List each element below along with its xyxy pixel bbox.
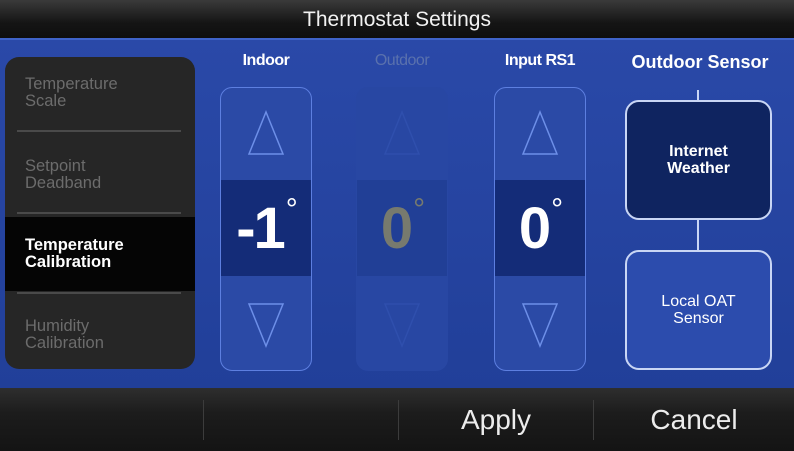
input-rs1-calibration-spinner: 0 ° — [494, 87, 586, 371]
menu-item-label: Setpoint Deadband — [25, 157, 102, 192]
up-triangle-icon — [383, 110, 421, 155]
settings-panel: Temperature Scale Setpoint Deadband Temp… — [0, 38, 794, 388]
input-rs1-value-display: 0 ° — [495, 180, 585, 276]
input-rs1-increase-button[interactable] — [495, 88, 585, 178]
connector-line — [697, 90, 699, 100]
connector-line — [697, 220, 699, 250]
menu-item-setpoint-deadband[interactable]: Setpoint Deadband — [5, 139, 195, 211]
title-bar: Thermostat Settings — [0, 0, 794, 38]
outdoor-value: 0 — [380, 195, 413, 261]
menu-divider — [17, 130, 181, 132]
down-triangle-icon — [521, 303, 559, 348]
up-triangle-icon — [247, 110, 285, 155]
menu-item-humidity-calibration[interactable]: Humidity Calibration — [5, 299, 195, 369]
up-triangle-icon — [521, 110, 559, 155]
menu-item-temperature-calibration[interactable]: Temperature Calibration — [5, 217, 195, 291]
menu-item-label: Temperature Scale — [25, 75, 118, 110]
page-title: Thermostat Settings — [303, 8, 491, 31]
outdoor-decrease-button — [357, 280, 447, 370]
input-rs1-decrease-button[interactable] — [495, 280, 585, 370]
empty-slot-button — [204, 388, 398, 451]
menu-item-temperature-scale[interactable]: Temperature Scale — [5, 57, 195, 129]
menu-item-label: Temperature Calibration — [25, 236, 124, 271]
action-bar: Apply Cancel — [0, 388, 794, 451]
empty-slot-button — [0, 388, 203, 451]
thermostat-screen: Thermostat Settings Temperature Scale Se… — [0, 0, 794, 451]
outdoor-increase-button — [357, 88, 447, 178]
indoor-decrease-button[interactable] — [221, 280, 311, 370]
indoor-increase-button[interactable] — [221, 88, 311, 178]
menu-divider — [17, 292, 181, 294]
outdoor-sensor-title: Outdoor Sensor — [631, 52, 769, 72]
indoor-label: Indoor — [242, 52, 290, 69]
input-rs1-label: Input RS1 — [504, 52, 576, 69]
local-oat-sensor-option[interactable]: Local OAT Sensor — [625, 250, 772, 370]
settings-menu: Temperature Scale Setpoint Deadband Temp… — [5, 57, 195, 369]
outdoor-label: Outdoor — [374, 52, 430, 69]
menu-divider — [17, 212, 181, 214]
degree-symbol: ° — [551, 193, 563, 226]
input-rs1-value: 0 — [518, 195, 551, 261]
indoor-value-display: -1 ° — [221, 180, 311, 276]
indoor-value: -1 — [236, 195, 286, 261]
degree-symbol: ° — [285, 193, 298, 226]
internet-weather-option[interactable]: Internet Weather — [625, 100, 772, 220]
degree-symbol: ° — [413, 193, 425, 226]
menu-item-label: Humidity Calibration — [25, 317, 104, 352]
outdoor-calibration-spinner: 0 ° — [356, 87, 448, 371]
indoor-calibration-spinner: -1 ° — [220, 87, 312, 371]
cancel-button[interactable]: Cancel — [594, 388, 794, 451]
down-triangle-icon — [383, 303, 421, 348]
down-triangle-icon — [247, 303, 285, 348]
apply-button[interactable]: Apply — [399, 388, 593, 451]
outdoor-value-display: 0 ° — [357, 180, 447, 276]
